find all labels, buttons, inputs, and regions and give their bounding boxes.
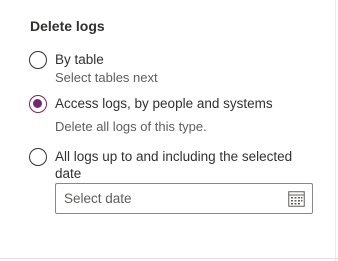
panel-divider <box>335 0 336 261</box>
panel-bottom-border <box>0 258 338 259</box>
radio-selected-dot <box>33 99 43 109</box>
delete-logs-panel: Delete logs By table Select tables next … <box>0 0 338 261</box>
calendar-icon[interactable] <box>288 191 305 207</box>
radio-button-by-table[interactable] <box>29 51 47 69</box>
radio-option-by-table[interactable]: By table <box>29 51 310 69</box>
radio-label-all-logs-by-date: All logs up to and including the selecte… <box>55 149 293 181</box>
radio-label-access-logs: Access logs, by people and systems <box>55 96 273 111</box>
radio-button-access-logs[interactable] <box>29 95 47 113</box>
radio-option-access-logs[interactable]: Access logs, by people and systems <box>29 95 310 113</box>
date-input[interactable] <box>64 184 284 213</box>
radio-label-by-table: By table <box>55 52 104 67</box>
option-description-by-table: Select tables next <box>55 70 158 85</box>
radio-option-all-logs-by-date[interactable]: All logs up to and including the selecte… <box>29 148 310 182</box>
date-picker[interactable] <box>55 183 313 214</box>
section-title: Delete logs <box>30 18 105 34</box>
radio-button-all-logs-by-date[interactable] <box>29 148 47 166</box>
option-description-access-logs: Delete all logs of this type. <box>55 119 207 134</box>
